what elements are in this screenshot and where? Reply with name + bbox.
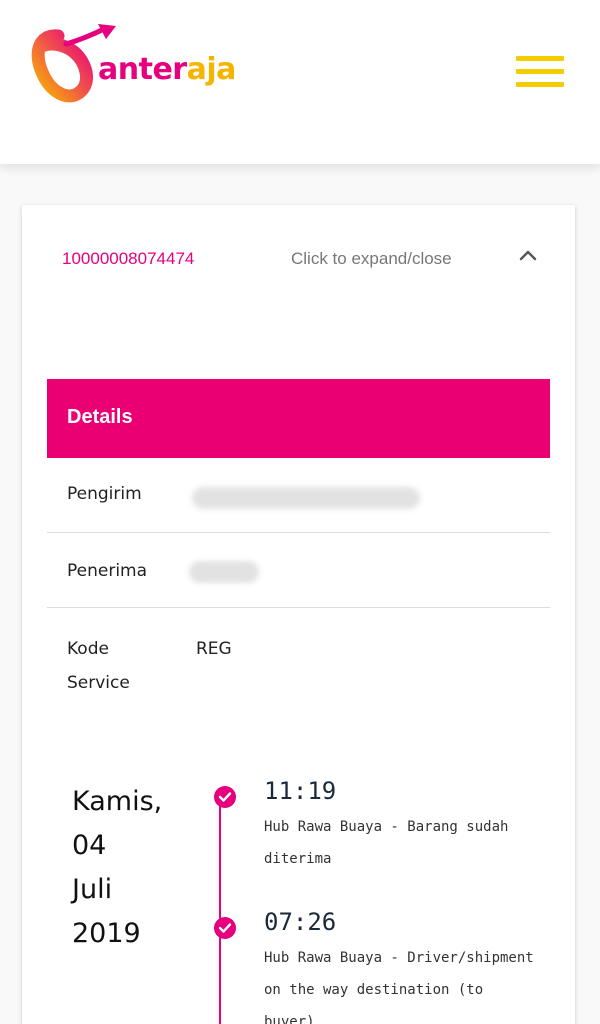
kode-service-label: Kode Service: [67, 639, 130, 693]
detail-row-pengirim: Pengirim: [47, 458, 550, 533]
app-header: anteraja: [0, 0, 600, 164]
timeline-line: [219, 796, 221, 1024]
tracking-date-number: 04: [72, 830, 107, 861]
pengirim-value-redacted: [192, 487, 420, 509]
menu-bar: [516, 56, 564, 61]
check-circle-icon: [214, 917, 236, 939]
menu-bar: [516, 82, 564, 87]
detail-row-kode-service: Kode Service REG: [47, 608, 550, 718]
logo-word-anter: anter: [98, 51, 187, 87]
expand-close-toggle[interactable]: Click to expand/close: [291, 249, 452, 269]
event-description: Hub Rawa Buaya - Driver/shipment on the …: [264, 950, 534, 1024]
event-description: Hub Rawa Buaya - Barang sudah diterima: [264, 819, 509, 867]
details-header: Details: [47, 379, 550, 458]
penerima-value-redacted: [189, 561, 259, 583]
logo-wordmark: anteraja: [98, 52, 236, 87]
kode-service-value: REG: [196, 639, 232, 659]
logo-word-aja: aja: [186, 51, 237, 87]
tracking-year: 2019: [72, 918, 141, 949]
shipment-card: 10000008074474 Click to expand/close Det…: [22, 205, 575, 1024]
penerima-label: Penerima: [67, 561, 148, 581]
hamburger-menu-icon[interactable]: [516, 56, 566, 88]
pengirim-label: Pengirim: [67, 484, 142, 504]
tracking-date: Kamis, 04 Juli 2019: [72, 780, 212, 956]
anteraja-logo[interactable]: anteraja: [28, 22, 236, 108]
event-time: 07:26: [264, 908, 337, 936]
check-circle-icon: [214, 786, 236, 808]
tracking-day: Kamis,: [72, 786, 163, 817]
chevron-up-icon[interactable]: [516, 245, 540, 265]
event-time: 11:19: [264, 777, 337, 805]
tracking-month: Juli: [72, 874, 113, 905]
detail-row-penerima: Penerima: [47, 533, 550, 608]
awb-number[interactable]: 10000008074474: [62, 249, 194, 269]
menu-bar: [516, 69, 564, 74]
